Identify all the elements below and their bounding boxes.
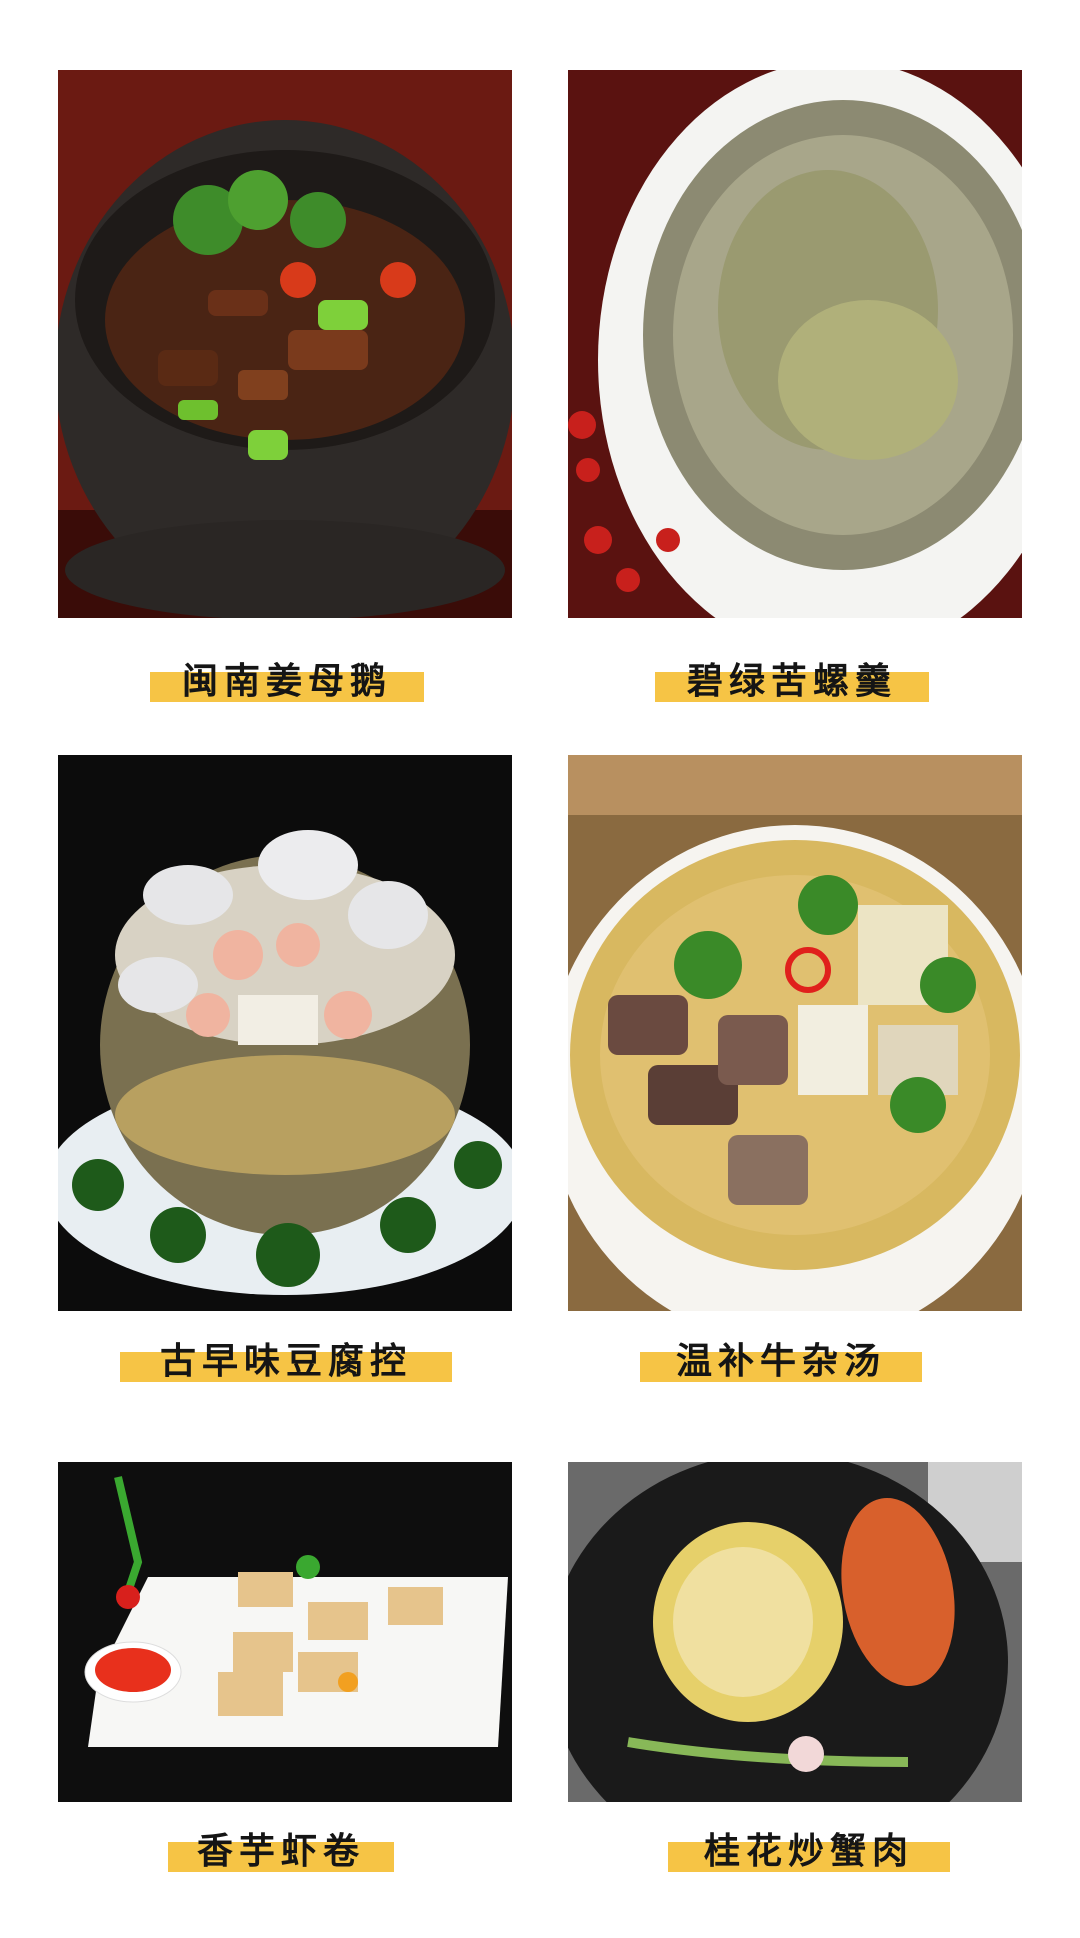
taro-shrimp-roll-photo — [58, 1462, 512, 1802]
dish-name: 古早味豆腐控 — [159, 1340, 412, 1382]
dish-name: 碧绿苦螺羹 — [686, 660, 897, 702]
dish-name: 闽南姜母鹅 — [181, 660, 392, 702]
dish-caption: 古早味豆腐控 — [120, 1330, 452, 1386]
beef-offal-soup-photo — [568, 755, 1022, 1311]
dish-caption: 香芋虾卷 — [168, 1820, 394, 1876]
dish-name: 温补牛杂汤 — [675, 1340, 886, 1382]
osmanthus-crab-meat-photo — [568, 1462, 1022, 1802]
dish-caption: 闽南姜母鹅 — [150, 650, 424, 706]
ginger-goose-claypot-photo — [58, 70, 512, 618]
seafood-tofu-pot-photo — [58, 755, 512, 1311]
dish-name: 香芋虾卷 — [196, 1830, 365, 1872]
green-snail-soup-photo — [568, 70, 1022, 618]
dish-caption: 碧绿苦螺羹 — [655, 650, 929, 706]
dish-caption: 桂花炒蟹肉 — [668, 1820, 950, 1876]
dish-caption: 温补牛杂汤 — [640, 1330, 922, 1386]
dish-name: 桂花炒蟹肉 — [703, 1830, 914, 1872]
